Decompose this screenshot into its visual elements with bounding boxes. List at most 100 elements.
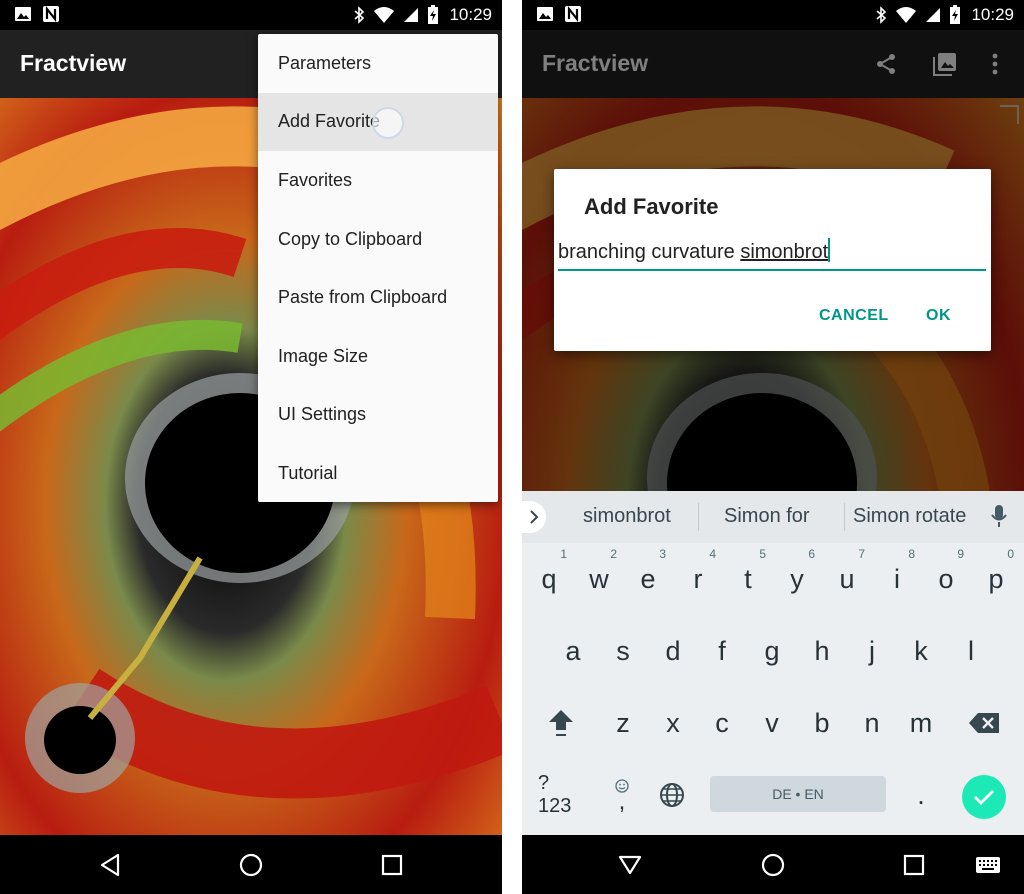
keyboard-switch-button[interactable] bbox=[972, 849, 1004, 881]
key-p[interactable]: p0 bbox=[974, 547, 1018, 609]
suggestion-2[interactable]: Simon for bbox=[724, 505, 810, 528]
soft-keyboard: simonbrot Simon for Simon rotate q1 w2 e… bbox=[522, 491, 1024, 835]
navigation-bar bbox=[522, 835, 1024, 894]
key-label: o bbox=[938, 563, 954, 594]
key-hint: 9 bbox=[957, 547, 964, 561]
key-t[interactable]: t5 bbox=[726, 547, 770, 609]
key-l[interactable]: l bbox=[949, 621, 993, 681]
enter-key[interactable] bbox=[962, 775, 1006, 819]
input-text-composing: simonbrot bbox=[740, 241, 829, 263]
menu-item-image-size[interactable]: Image Size bbox=[258, 327, 498, 386]
key-f[interactable]: f bbox=[700, 621, 744, 681]
key-b[interactable]: b bbox=[800, 693, 844, 753]
key-a[interactable]: a bbox=[551, 621, 595, 681]
app-title: Fractview bbox=[20, 50, 127, 76]
wifi-icon bbox=[374, 7, 395, 23]
back-button[interactable] bbox=[614, 849, 646, 881]
key-label: y bbox=[790, 563, 804, 594]
recents-icon bbox=[381, 854, 403, 876]
status-bar: 10:29 bbox=[0, 0, 502, 30]
microphone-icon bbox=[991, 505, 1007, 527]
key-hint: 4 bbox=[709, 547, 716, 561]
back-down-icon bbox=[618, 855, 642, 875]
key-o[interactable]: o9 bbox=[924, 547, 968, 609]
dialog-title: Add Favorite bbox=[584, 194, 719, 219]
home-button[interactable] bbox=[757, 849, 789, 881]
key-label: w bbox=[589, 563, 609, 594]
shift-key[interactable] bbox=[539, 693, 583, 753]
back-button[interactable] bbox=[94, 849, 126, 881]
voice-input-button[interactable] bbox=[991, 504, 1007, 533]
keyboard-icon bbox=[976, 857, 1000, 873]
favorite-name-input[interactable]: branching curvature simonbrot bbox=[558, 235, 986, 271]
menu-item-add-favorite[interactable]: Add Favorite bbox=[258, 92, 498, 152]
menu-item-ui-settings[interactable]: UI Settings bbox=[258, 386, 498, 445]
key-hint: 3 bbox=[659, 547, 666, 561]
comma-emoji-key[interactable]: , bbox=[600, 765, 644, 825]
suggestion-strip: simonbrot Simon for Simon rotate bbox=[522, 491, 1024, 543]
cell-signal-icon bbox=[404, 8, 419, 22]
key-s[interactable]: s bbox=[601, 621, 645, 681]
language-key[interactable] bbox=[650, 765, 694, 825]
key-m[interactable]: m bbox=[899, 693, 943, 753]
left-phone-screen: 10:29 Fractview Parameters Add Favorite … bbox=[0, 0, 502, 894]
ok-button[interactable]: OK bbox=[926, 307, 951, 325]
home-button[interactable] bbox=[235, 849, 267, 881]
status-bar: 10:29 bbox=[522, 0, 1024, 30]
menu-item-label: Add Favorite bbox=[278, 111, 381, 132]
key-label: p bbox=[988, 563, 1004, 594]
space-bar[interactable]: DE • EN bbox=[710, 776, 886, 812]
key-h[interactable]: h bbox=[800, 621, 844, 681]
key-hint: 1 bbox=[560, 547, 567, 561]
key-j[interactable]: j bbox=[850, 621, 894, 681]
menu-item-tutorial[interactable]: Tutorial bbox=[258, 444, 498, 503]
image-notification-icon bbox=[15, 7, 31, 21]
home-icon bbox=[239, 853, 263, 877]
key-d[interactable]: d bbox=[651, 621, 695, 681]
app-bar-scrim bbox=[522, 30, 1024, 98]
key-z[interactable]: z bbox=[601, 693, 645, 753]
key-y[interactable]: y6 bbox=[775, 547, 819, 609]
key-e[interactable]: e3 bbox=[626, 547, 670, 609]
period-key[interactable]: . bbox=[899, 765, 943, 825]
key-r[interactable]: r4 bbox=[676, 547, 720, 609]
recents-button[interactable] bbox=[376, 849, 408, 881]
battery-charging-icon bbox=[428, 5, 439, 24]
shift-icon bbox=[549, 710, 573, 736]
symbols-key[interactable]: ?123 bbox=[538, 765, 582, 825]
input-text: branching curvature bbox=[558, 241, 741, 263]
key-hint: 6 bbox=[808, 547, 815, 561]
key-n[interactable]: n bbox=[850, 693, 894, 753]
checkmark-icon bbox=[974, 790, 994, 805]
image-notification-icon bbox=[537, 7, 553, 21]
key-hint: 2 bbox=[610, 547, 617, 561]
key-g[interactable]: g bbox=[750, 621, 794, 681]
menu-item-paste-from-clipboard[interactable]: Paste from Clipboard bbox=[258, 268, 498, 327]
expand-suggestions-button[interactable] bbox=[522, 501, 546, 533]
key-i[interactable]: i8 bbox=[875, 547, 919, 609]
cancel-button[interactable]: CANCEL bbox=[819, 307, 889, 325]
key-w[interactable]: w2 bbox=[577, 547, 621, 609]
key-hint: 7 bbox=[858, 547, 865, 561]
key-hint: 0 bbox=[1007, 547, 1014, 561]
key-k[interactable]: k bbox=[899, 621, 943, 681]
back-icon bbox=[100, 853, 120, 877]
key-v[interactable]: v bbox=[750, 693, 794, 753]
right-phone-screen: 10:29 Fractview bbox=[522, 0, 1024, 894]
key-u[interactable]: u7 bbox=[825, 547, 869, 609]
key-c[interactable]: c bbox=[700, 693, 744, 753]
key-label: t bbox=[744, 563, 752, 594]
menu-item-copy-to-clipboard[interactable]: Copy to Clipboard bbox=[258, 210, 498, 269]
menu-item-favorites[interactable]: Favorites bbox=[258, 151, 498, 210]
suggestion-3[interactable]: Simon rotate bbox=[853, 505, 966, 528]
key-x[interactable]: x bbox=[651, 693, 695, 753]
key-label: i bbox=[894, 563, 900, 594]
home-icon bbox=[761, 853, 785, 877]
backspace-key[interactable] bbox=[962, 693, 1006, 753]
menu-item-parameters[interactable]: Parameters bbox=[258, 34, 498, 93]
recents-button[interactable] bbox=[898, 849, 930, 881]
recents-icon bbox=[903, 854, 925, 876]
key-q[interactable]: q1 bbox=[527, 547, 571, 609]
add-favorite-dialog: Add Favorite branching curvature simonbr… bbox=[554, 169, 991, 351]
suggestion-1[interactable]: simonbrot bbox=[583, 505, 671, 528]
